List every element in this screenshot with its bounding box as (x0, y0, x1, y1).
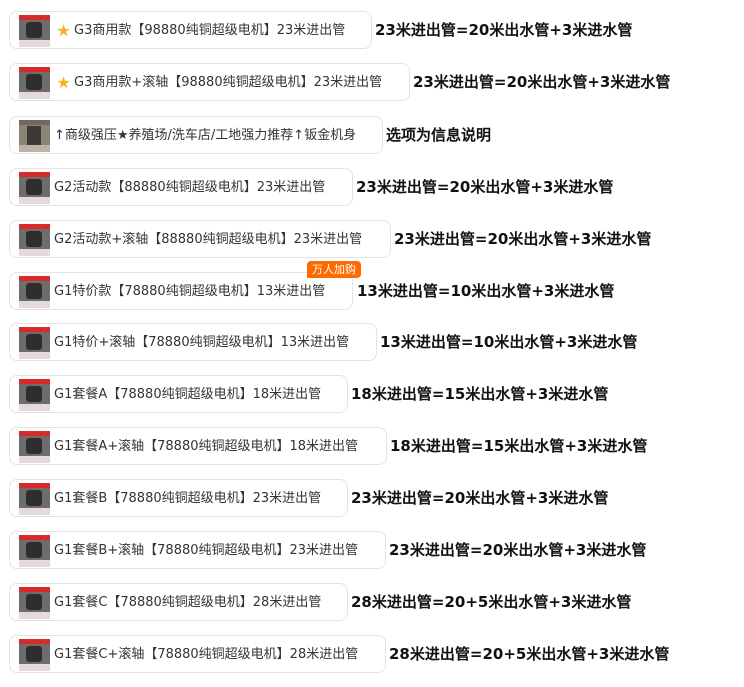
option-row: G1套餐A【78880纯铜超级电机】18米进出管 18米进出管=15米出水管+3… (0, 375, 744, 427)
product-thumbnail (19, 639, 50, 671)
option-row: G1套餐A+滚轴【78880纯铜超级电机】18米进出管 18米进出管=15米出水… (0, 427, 744, 479)
option-label: G1套餐B+滚轴【78880纯铜超级电机】23米进出管 (54, 543, 359, 558)
option-label: G1套餐A+滚轴【78880纯铜超级电机】18米进出管 (54, 439, 359, 454)
option-row: G1套餐C【78880纯铜超级电机】28米进出管 28米进出管=20+5米出水管… (0, 583, 744, 635)
option-label: G1套餐C【78880纯铜超级电机】28米进出管 (54, 595, 322, 610)
option-info: 23米进出管=20米出水管+3米进水管 (389, 541, 647, 559)
option-label: G2活动款【88880纯铜超级电机】23米进出管 (54, 180, 326, 195)
option-info: 18米进出管=15米出水管+3米进水管 (351, 385, 609, 403)
star-icon: ★ (56, 21, 71, 40)
option-chip[interactable]: G1套餐C【78880纯铜超级电机】28米进出管 (9, 583, 348, 621)
option-info: 13米进出管=10米出水管+3米进水管 (380, 333, 638, 351)
option-label: G1特价款【78880纯铜超级电机】13米进出管 (54, 284, 326, 299)
option-row: G2活动款+滚轴【88880纯铜超级电机】23米进出管 23米进出管=20米出水… (0, 220, 744, 272)
option-chip[interactable]: G1特价+滚轴【78880纯铜超级电机】13米进出管 (9, 323, 377, 361)
product-thumbnail (19, 120, 50, 152)
option-chip[interactable]: G1套餐B【78880纯铜超级电机】23米进出管 (9, 479, 348, 517)
product-thumbnail (19, 67, 50, 99)
option-info: 23米进出管=20米出水管+3米进水管 (356, 178, 614, 196)
option-info: 23米进出管=20米出水管+3米进水管 (413, 73, 671, 91)
option-row: G1特价+滚轴【78880纯铜超级电机】13米进出管 13米进出管=10米出水管… (0, 323, 744, 375)
product-thumbnail (19, 483, 50, 515)
product-thumbnail (19, 379, 50, 411)
product-thumbnail (19, 327, 50, 359)
option-row: G1套餐C+滚轴【78880纯铜超级电机】28米进出管 28米进出管=20+5米… (0, 635, 744, 687)
option-row: ★ G3商用款+滚轴【98880纯铜超级电机】23米进出管 23米进出管=20米… (0, 63, 744, 115)
option-row: G1套餐B【78880纯铜超级电机】23米进出管 23米进出管=20米出水管+3… (0, 479, 744, 531)
option-info: 23米进出管=20米出水管+3米进水管 (394, 230, 652, 248)
option-chip[interactable]: ★ G3商用款+滚轴【98880纯铜超级电机】23米进出管 (9, 63, 410, 101)
option-chip[interactable]: G2活动款+滚轴【88880纯铜超级电机】23米进出管 (9, 220, 391, 258)
option-row: G2活动款【88880纯铜超级电机】23米进出管 23米进出管=20米出水管+3… (0, 168, 744, 220)
option-label: G2活动款+滚轴【88880纯铜超级电机】23米进出管 (54, 232, 363, 247)
option-label: G1特价+滚轴【78880纯铜超级电机】13米进出管 (54, 335, 350, 350)
option-row: ↑商级强压★养殖场/洗车店/工地强力推荐↑钣金机身 选项为信息说明 (0, 116, 744, 168)
option-chip[interactable]: G2活动款【88880纯铜超级电机】23米进出管 (9, 168, 353, 206)
option-label: G3商用款【98880纯铜超级电机】23米进出管 (74, 23, 346, 38)
product-thumbnail (19, 587, 50, 619)
product-thumbnail (19, 172, 50, 204)
option-label: G1套餐A【78880纯铜超级电机】18米进出管 (54, 387, 322, 402)
product-thumbnail (19, 224, 50, 256)
popular-badge: 万人加购 (307, 261, 361, 278)
product-thumbnail (19, 276, 50, 308)
option-info: 18米进出管=15米出水管+3米进水管 (390, 437, 648, 455)
option-chip[interactable]: G1套餐C+滚轴【78880纯铜超级电机】28米进出管 (9, 635, 386, 673)
option-row: ★ G3商用款【98880纯铜超级电机】23米进出管 23米进出管=20米出水管… (0, 11, 744, 63)
option-chip[interactable]: G1特价款【78880纯铜超级电机】13米进出管 (9, 272, 353, 310)
option-info: 13米进出管=10米出水管+3米进水管 (357, 282, 615, 300)
option-chip[interactable]: G1套餐B+滚轴【78880纯铜超级电机】23米进出管 (9, 531, 386, 569)
sku-option-list: { "options": [ {"label": "G3商用款【98880纯铜超… (0, 0, 744, 685)
option-info: 选项为信息说明 (386, 126, 492, 144)
option-label: ↑商级强压★养殖场/洗车店/工地强力推荐↑钣金机身 (54, 128, 357, 143)
star-icon: ★ (56, 73, 71, 92)
option-row: G1特价款【78880纯铜超级电机】13米进出管 万人加购 13米进出管=10米… (0, 261, 744, 324)
option-chip[interactable]: ↑商级强压★养殖场/洗车店/工地强力推荐↑钣金机身 (9, 116, 383, 154)
option-label: G1套餐B【78880纯铜超级电机】23米进出管 (54, 491, 322, 506)
option-chip[interactable]: ★ G3商用款【98880纯铜超级电机】23米进出管 (9, 11, 372, 49)
option-info: 23米进出管=20米出水管+3米进水管 (375, 21, 633, 39)
option-info: 23米进出管=20米出水管+3米进水管 (351, 489, 609, 507)
option-label: G3商用款+滚轴【98880纯铜超级电机】23米进出管 (74, 75, 383, 90)
option-info: 28米进出管=20+5米出水管+3米进水管 (389, 645, 670, 663)
option-row: G1套餐B+滚轴【78880纯铜超级电机】23米进出管 23米进出管=20米出水… (0, 531, 744, 583)
product-thumbnail (19, 535, 50, 567)
option-chip[interactable]: G1套餐A+滚轴【78880纯铜超级电机】18米进出管 (9, 427, 387, 465)
option-chip[interactable]: G1套餐A【78880纯铜超级电机】18米进出管 (9, 375, 348, 413)
option-info: 28米进出管=20+5米出水管+3米进水管 (351, 593, 632, 611)
product-thumbnail (19, 15, 50, 47)
option-label: G1套餐C+滚轴【78880纯铜超级电机】28米进出管 (54, 647, 359, 662)
product-thumbnail (19, 431, 50, 463)
